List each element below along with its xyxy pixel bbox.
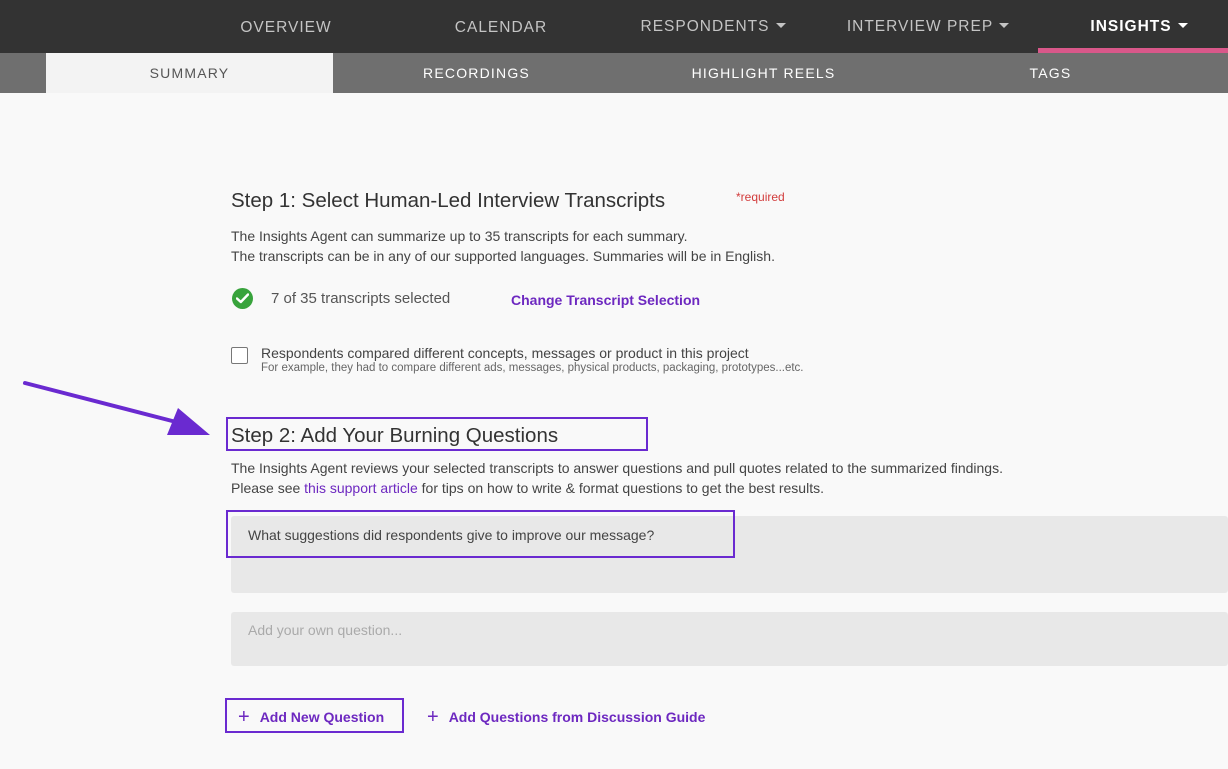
required-label: *required (736, 190, 785, 204)
nav-calendar[interactable]: CALENDAR (415, 0, 587, 53)
compared-concepts-hint: For example, they had to compare differe… (261, 362, 804, 374)
nav-respondents-label: RESPONDENTS (640, 18, 770, 35)
question-1-text: What suggestions did respondents give to… (248, 527, 655, 543)
step1-title: Step 1: Select Human-Led Interview Trans… (231, 189, 666, 212)
plus-icon: + (238, 706, 250, 728)
tab-tags-label: TAGS (1029, 65, 1072, 81)
nav-overview-label: OVERVIEW (240, 19, 332, 36)
compared-concepts-checkbox[interactable] (231, 347, 248, 364)
change-transcript-selection-link[interactable]: Change Transcript Selection (511, 292, 700, 308)
check-circle-icon (232, 288, 253, 309)
add-new-question-button[interactable]: + Add New Question (238, 705, 384, 728)
tab-summary[interactable]: SUMMARY (46, 53, 333, 93)
sub-navigation: SUMMARY RECORDINGS HIGHLIGHT REELS TAGS (0, 53, 1228, 93)
annotation-arrow-icon (23, 381, 210, 435)
chevron-down-icon (1177, 23, 1188, 29)
step1-description-line1: The Insights Agent can summarize up to 3… (231, 228, 688, 244)
step2-description-suffix: for tips on how to write & format questi… (417, 480, 824, 496)
tab-highlight-reels-label: HIGHLIGHT REELS (691, 65, 836, 81)
compared-concepts-label: Respondents compared different concepts,… (261, 345, 749, 361)
chevron-down-icon (775, 23, 786, 29)
step1-description-line2: The transcripts can be in any of our sup… (231, 248, 775, 264)
tab-highlight-reels[interactable]: HIGHLIGHT REELS (620, 53, 907, 93)
nav-calendar-label: CALENDAR (454, 19, 548, 36)
step2-description-prefix: Please see (231, 480, 305, 496)
add-questions-from-guide-button[interactable]: + Add Questions from Discussion Guide (427, 705, 705, 728)
nav-interview-prep-label: INTERVIEW PREP (846, 18, 994, 35)
step2-description-line2: Please see this support article for tips… (231, 480, 824, 496)
nav-insights[interactable]: INSIGHTS (1050, 0, 1228, 53)
add-questions-from-guide-label: Add Questions from Discussion Guide (448, 709, 706, 725)
plus-icon: + (427, 706, 439, 728)
support-article-link[interactable]: this support article (304, 480, 418, 496)
add-question-input[interactable] (231, 612, 1228, 666)
add-new-question-label: Add New Question (259, 709, 385, 725)
nav-insights-label: INSIGHTS (1090, 18, 1172, 35)
tab-summary-label: SUMMARY (149, 65, 230, 81)
tab-recordings-label: RECORDINGS (423, 65, 530, 81)
top-navigation: OVERVIEW CALENDAR RESPONDENTS INTERVIEW … (0, 0, 1228, 53)
nav-interview-prep[interactable]: INTERVIEW PREP (828, 0, 1028, 53)
step2-title: Step 2: Add Your Burning Questions (231, 424, 559, 447)
step2-description-line1: The Insights Agent reviews your selected… (231, 460, 1003, 476)
chevron-down-icon (999, 23, 1010, 29)
nav-overview[interactable]: OVERVIEW (200, 0, 372, 53)
nav-respondents[interactable]: RESPONDENTS (618, 0, 808, 53)
tab-tags[interactable]: TAGS (907, 53, 1194, 93)
tab-recordings[interactable]: RECORDINGS (333, 53, 620, 93)
transcripts-selected-status: 7 of 35 transcripts selected (271, 290, 451, 307)
